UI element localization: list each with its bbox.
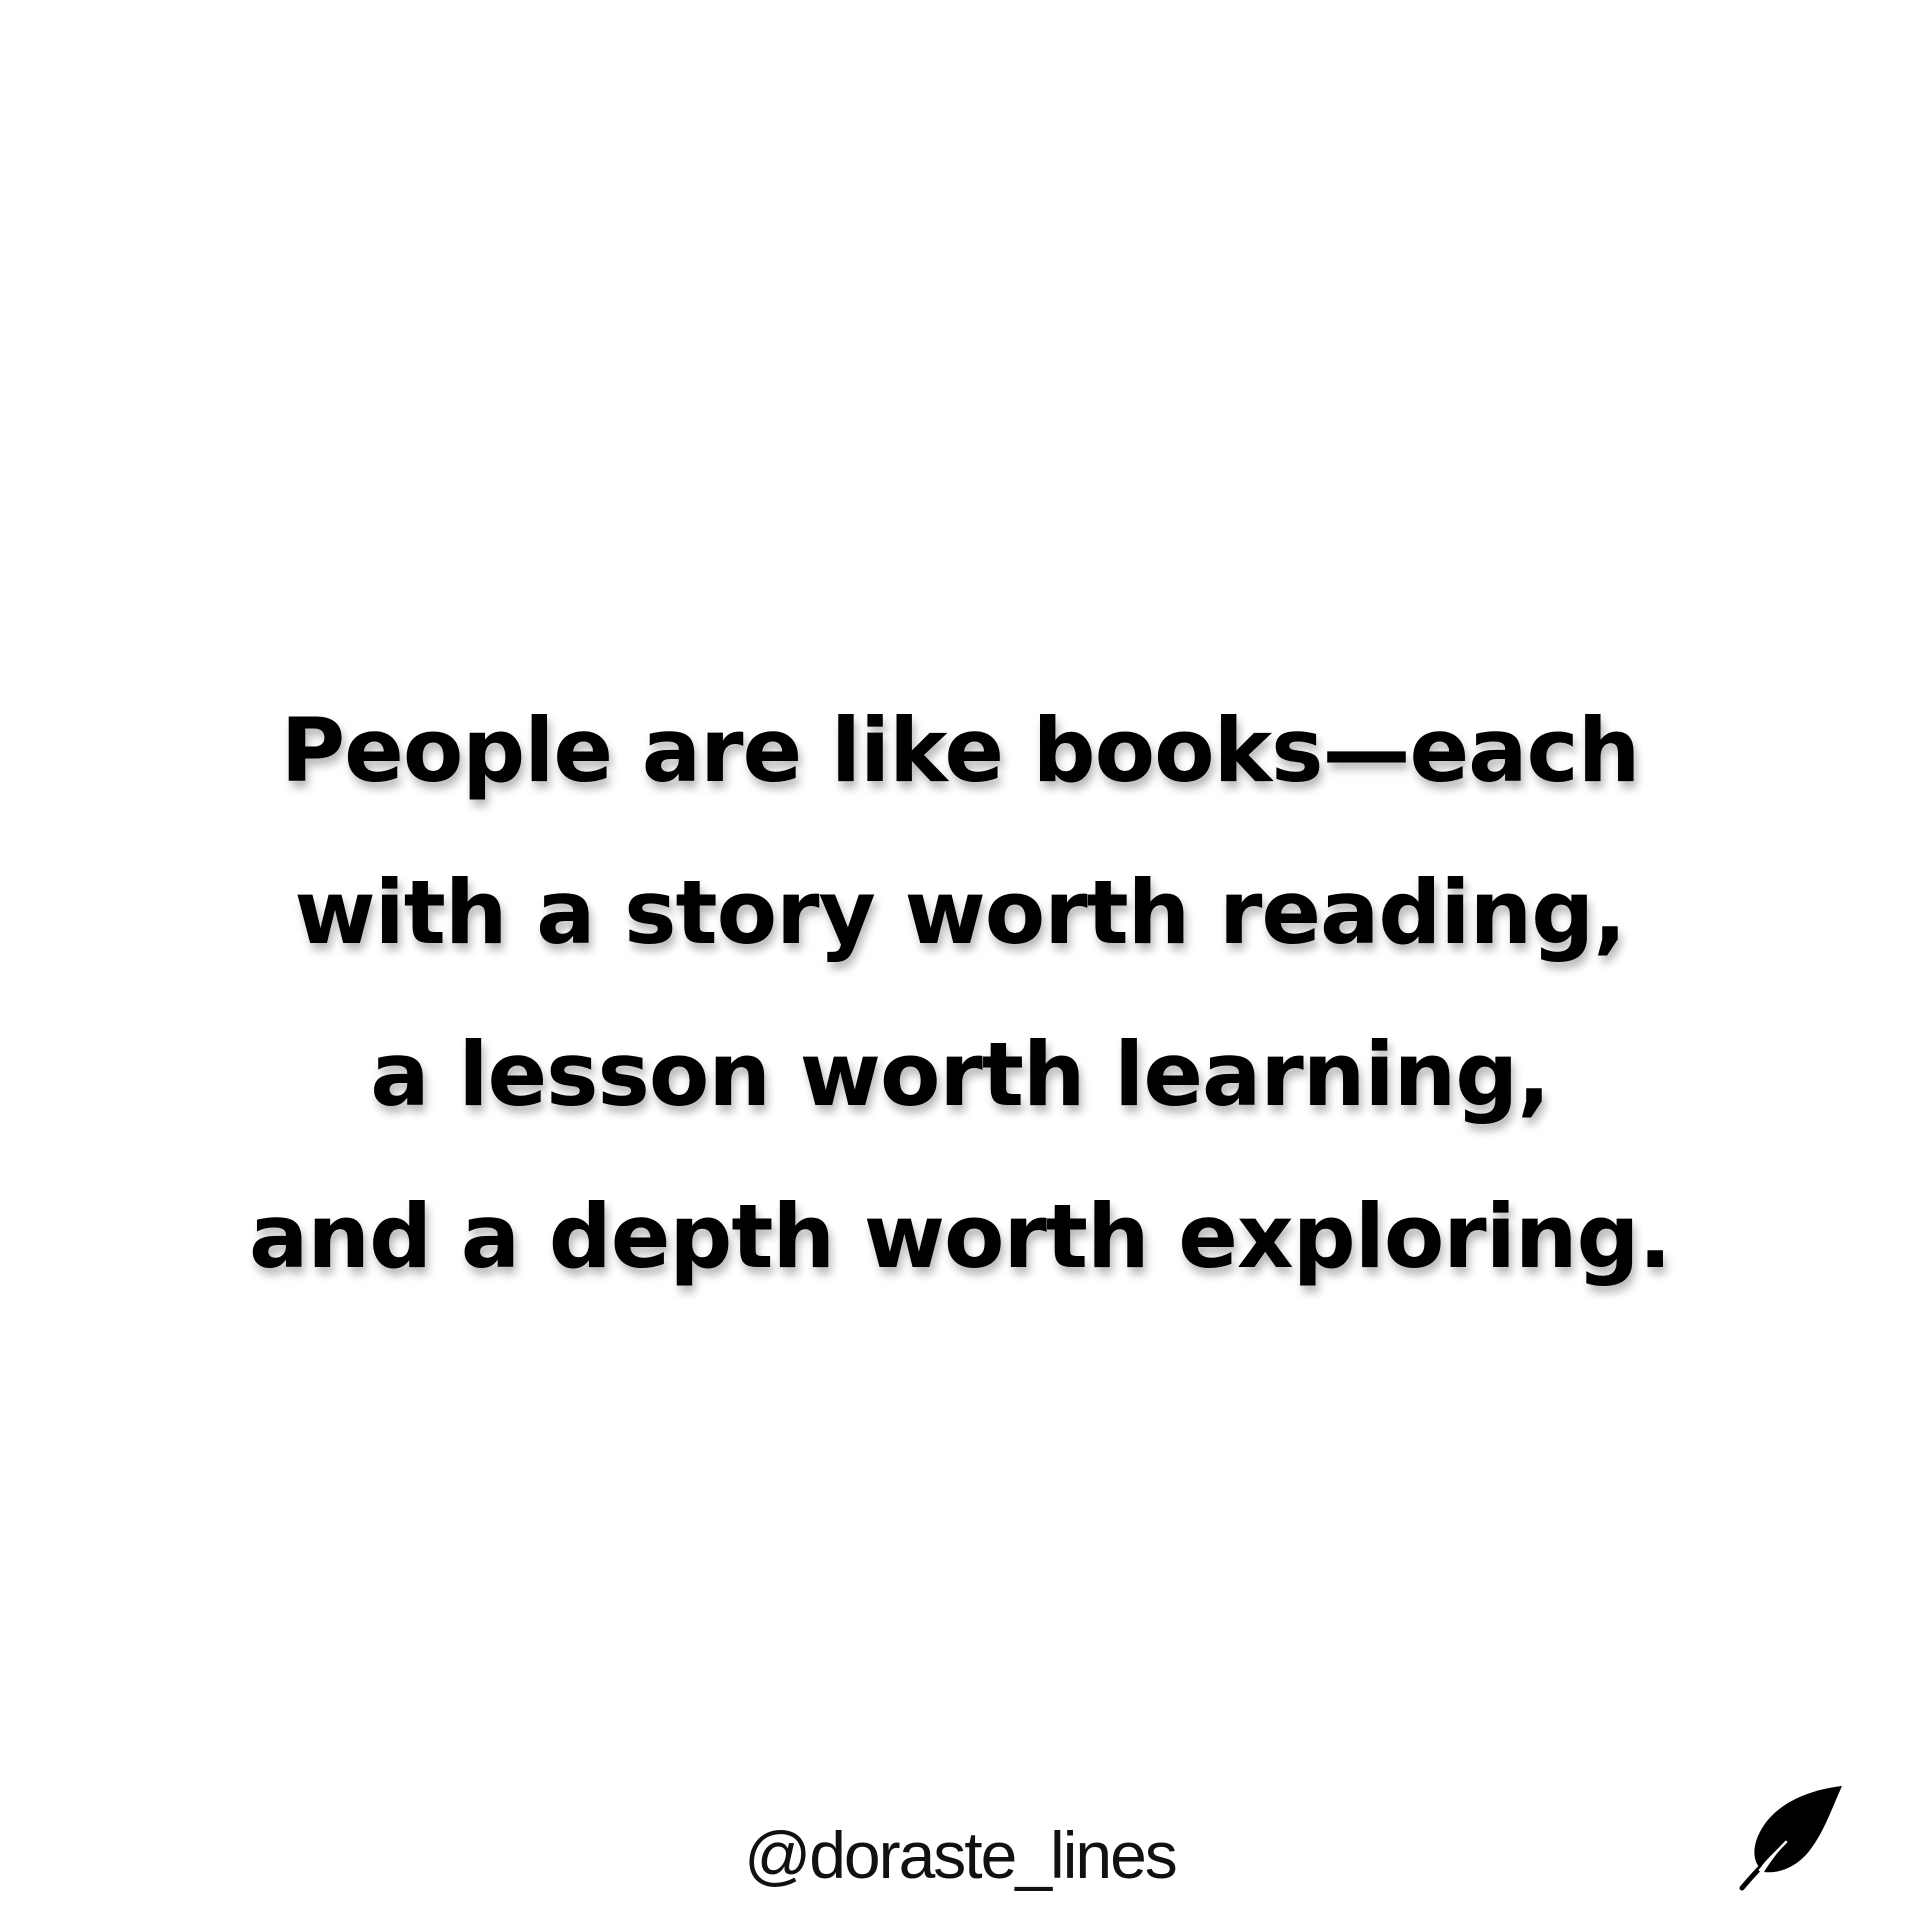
quote-line-2: with a story worth reading,: [294, 861, 1626, 964]
quote-text: People are like books—each with a story …: [0, 670, 1920, 1318]
quote-line-1: People are like books—each: [280, 699, 1641, 802]
leaf-icon: [1739, 1786, 1842, 1891]
quote-line-3: a lesson worth learning,: [370, 1023, 1550, 1126]
author-handle: @doraste_lines: [744, 1818, 1178, 1892]
quote-line-4: and a depth worth exploring.: [249, 1185, 1672, 1288]
quote-card: People are like books—each with a story …: [0, 0, 1920, 1920]
